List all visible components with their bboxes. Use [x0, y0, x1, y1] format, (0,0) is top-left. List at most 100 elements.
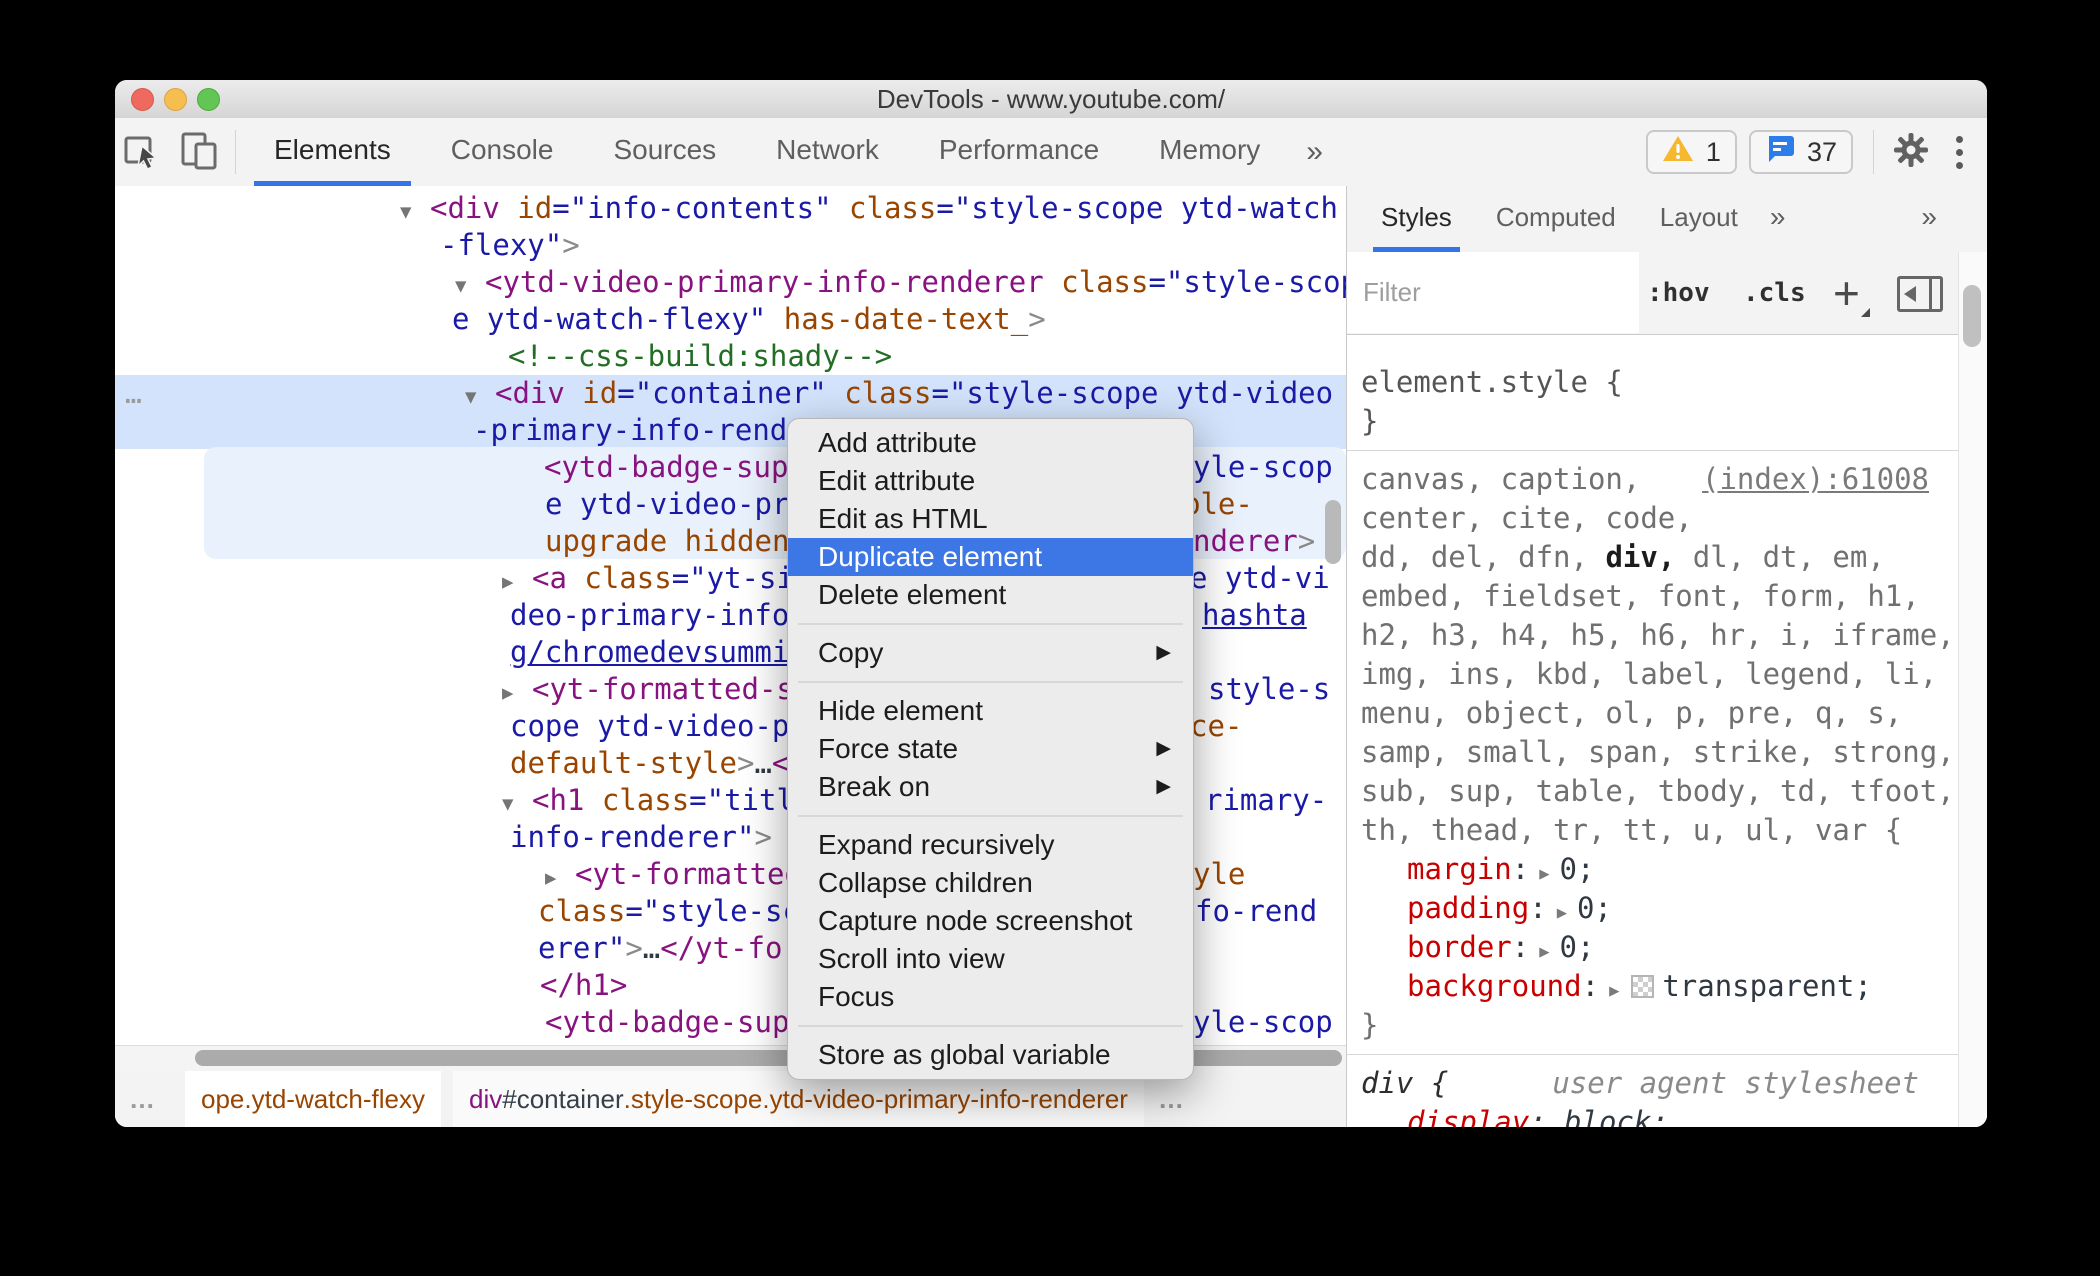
expand-property-icon[interactable]: ▶ [1557, 903, 1567, 923]
menu-item-expand-recursively[interactable]: Expand recursively [788, 826, 1193, 864]
css-line[interactable]: background: ▶ transparent; [1361, 967, 1959, 1006]
css-line[interactable]: div {user agent stylesheet [1361, 1064, 1959, 1103]
row-gutter-dots[interactable]: … [125, 375, 144, 412]
menu-item-collapse-children[interactable]: Collapse children [788, 864, 1193, 902]
menu-item-delete-element[interactable]: Delete element [788, 576, 1193, 614]
expand-property-icon[interactable]: ▶ [1539, 864, 1549, 884]
more-panels-button[interactable]: » [1290, 120, 1339, 184]
tree-row[interactable]: ▼ <ytd-video-primary-info-renderer class=… [115, 264, 1346, 301]
css-line[interactable]: canvas, caption, (index):61008 [1361, 460, 1959, 499]
menu-item-duplicate-element[interactable]: Duplicate element [788, 538, 1193, 576]
styles-filter-input[interactable] [1347, 252, 1639, 333]
tab-memory[interactable]: Memory [1129, 118, 1290, 186]
css-line[interactable]: th, thead, tr, tt, u, ul, var { [1361, 811, 1959, 850]
css-line[interactable]: padding: ▶ 0; [1361, 889, 1959, 928]
styles-scrollbar-thumb[interactable] [1963, 285, 1981, 347]
tree-row[interactable]: … ▼ <div id="container" class="style-scope… [115, 375, 1346, 412]
css-line[interactable]: display: block; [1361, 1103, 1959, 1127]
messages-badge[interactable]: 37 [1748, 130, 1853, 174]
css-line[interactable]: center, cite, code, [1361, 499, 1959, 538]
code-segment: <ytd-badge-supp [544, 450, 806, 484]
code-segment: default-style [510, 746, 737, 780]
css-line[interactable]: sub, sup, table, tbody, td, tfoot, [1361, 772, 1959, 811]
css-line[interactable]: margin: ▶ 0; [1361, 850, 1959, 889]
code-segment: class [1043, 265, 1149, 299]
element-classes-button[interactable]: .cls [1743, 252, 1806, 334]
css-line[interactable]: element.style { [1361, 363, 1959, 402]
code-segment: has-date-text_ [766, 302, 1029, 336]
sidebar-dock-icon[interactable] [1897, 276, 1943, 312]
code-segment: <yt-formatted [575, 857, 802, 891]
expand-property-icon[interactable]: ▶ [1539, 942, 1549, 962]
code-segment: upgrade hidden [545, 524, 790, 558]
new-style-rule-button[interactable]: + [1833, 252, 1860, 334]
warnings-badge[interactable]: 1 [1645, 130, 1737, 174]
code-segment: g/chromedevsummit [510, 635, 807, 669]
code-segment: e ytd-watch-flexy" [452, 302, 767, 336]
breadcrumb-overflow-left[interactable]: … [115, 1071, 171, 1127]
submenu-arrow-icon: ▶ [1156, 776, 1171, 797]
menu-item-label: Delete element [818, 579, 1007, 610]
css-line[interactable]: h2, h3, h4, h5, h6, hr, i, iframe, [1361, 616, 1959, 655]
devtools-window: DevTools - www.youtube.com/ Elements Con… [115, 80, 1987, 1127]
css-text: samp, small, span, strike, strong, [1361, 735, 1955, 769]
css-line[interactable]: menu, object, ol, p, pre, q, s, [1361, 694, 1959, 733]
tree-row[interactable]: -flexy"> [115, 227, 1346, 264]
sidebar-tab-computed[interactable]: Computed [1474, 186, 1638, 252]
css-line[interactable]: samp, small, span, strike, strong, [1361, 733, 1959, 772]
stylesheet-source-link[interactable]: (index):61008 [1702, 460, 1929, 499]
menu-item-edit-as-html[interactable]: Edit as HTML [788, 500, 1193, 538]
tree-vertical-scrollbar[interactable] [1325, 500, 1341, 564]
styles-sections: element.style {} canvas, caption, (index):… [1347, 334, 1959, 1127]
css-line[interactable]: embed, fieldset, font, form, h1, [1361, 577, 1959, 616]
menu-item-scroll-into-view[interactable]: Scroll into view [788, 940, 1193, 978]
css-line[interactable]: img, ins, kbd, label, legend, li, [1361, 655, 1959, 694]
titlebar[interactable]: DevTools - www.youtube.com/ [115, 80, 1987, 119]
device-toolbar-button[interactable] [171, 128, 227, 176]
tree-row[interactable]: e ytd-watch-flexy" has-date-text_> [115, 301, 1346, 338]
code-segment: <a [532, 561, 567, 595]
tree-row-right-fragment: e ytd-vi [1190, 560, 1330, 597]
sidebar-tab-styles[interactable]: Styles [1359, 186, 1474, 252]
menu-item-force-state[interactable]: Force state ▶ [788, 730, 1193, 768]
menu-item-capture-node-screenshot[interactable]: Capture node screenshot [788, 902, 1193, 940]
tree-row[interactable]: ▼ <div id="info-contents" class="style-sc… [115, 190, 1346, 227]
menu-item-copy[interactable]: Copy ▶ [788, 634, 1193, 672]
window-title: DevTools - www.youtube.com/ [876, 84, 1226, 114]
menu-item-edit-attribute[interactable]: Edit attribute [788, 462, 1193, 500]
css-line[interactable]: dd, del, dfn, div, dl, dt, em, [1361, 538, 1959, 577]
more-options-button[interactable] [1956, 135, 1963, 169]
color-swatch-icon[interactable] [1631, 975, 1655, 998]
breadcrumb-item-ytd-watch-flexy[interactable]: ope.ytd-watch-flexy [185, 1071, 441, 1127]
menu-item-store-as-global-variable[interactable]: Store as global variable [788, 1036, 1193, 1074]
toggle-pseudo-state-button[interactable]: :hov [1647, 252, 1710, 334]
menu-item-break-on[interactable]: Break on ▶ [788, 768, 1193, 806]
code-segment: class [826, 376, 932, 410]
styles-scrollbar-track[interactable] [1958, 252, 1987, 1127]
css-line[interactable]: } [1361, 402, 1959, 441]
tab-network[interactable]: Network [746, 118, 909, 186]
expand-property-icon[interactable]: ▶ [1609, 981, 1619, 1001]
menu-item-add-attribute[interactable]: Add attribute [788, 424, 1193, 462]
settings-button[interactable] [1892, 131, 1930, 174]
inspect-element-button[interactable] [115, 128, 171, 176]
tab-sources[interactable]: Sources [583, 118, 746, 186]
css-line[interactable]: } [1361, 1006, 1959, 1045]
tab-console[interactable]: Console [421, 118, 584, 186]
css-line[interactable]: border: ▶ 0; [1361, 928, 1959, 967]
code-segment: > [625, 931, 643, 965]
menu-item-focus[interactable]: Focus [788, 978, 1193, 1016]
code-segment: ="container" [617, 376, 827, 410]
tree-row-right-fragment: yle-scop [1193, 449, 1333, 486]
text-segment: yle-scop [1193, 450, 1333, 484]
more-sidebar-tabs[interactable]: » [1760, 186, 1796, 252]
tab-elements[interactable]: Elements [244, 118, 421, 186]
css-rule: div {user agent stylesheet display: block… [1347, 1055, 1959, 1127]
code-segment: <ytd-video-primary-info-renderer [485, 265, 1044, 299]
sidebar-tab-layout[interactable]: Layout [1638, 186, 1760, 252]
tab-performance[interactable]: Performance [909, 118, 1129, 186]
menu-item-hide-element[interactable]: Hide element [788, 692, 1193, 730]
menu-item-label: Expand recursively [818, 829, 1055, 860]
more-sidebar-tabs-button[interactable]: » [1911, 186, 1947, 248]
tree-row[interactable]: <!--css-build:shady--> [115, 338, 1346, 375]
